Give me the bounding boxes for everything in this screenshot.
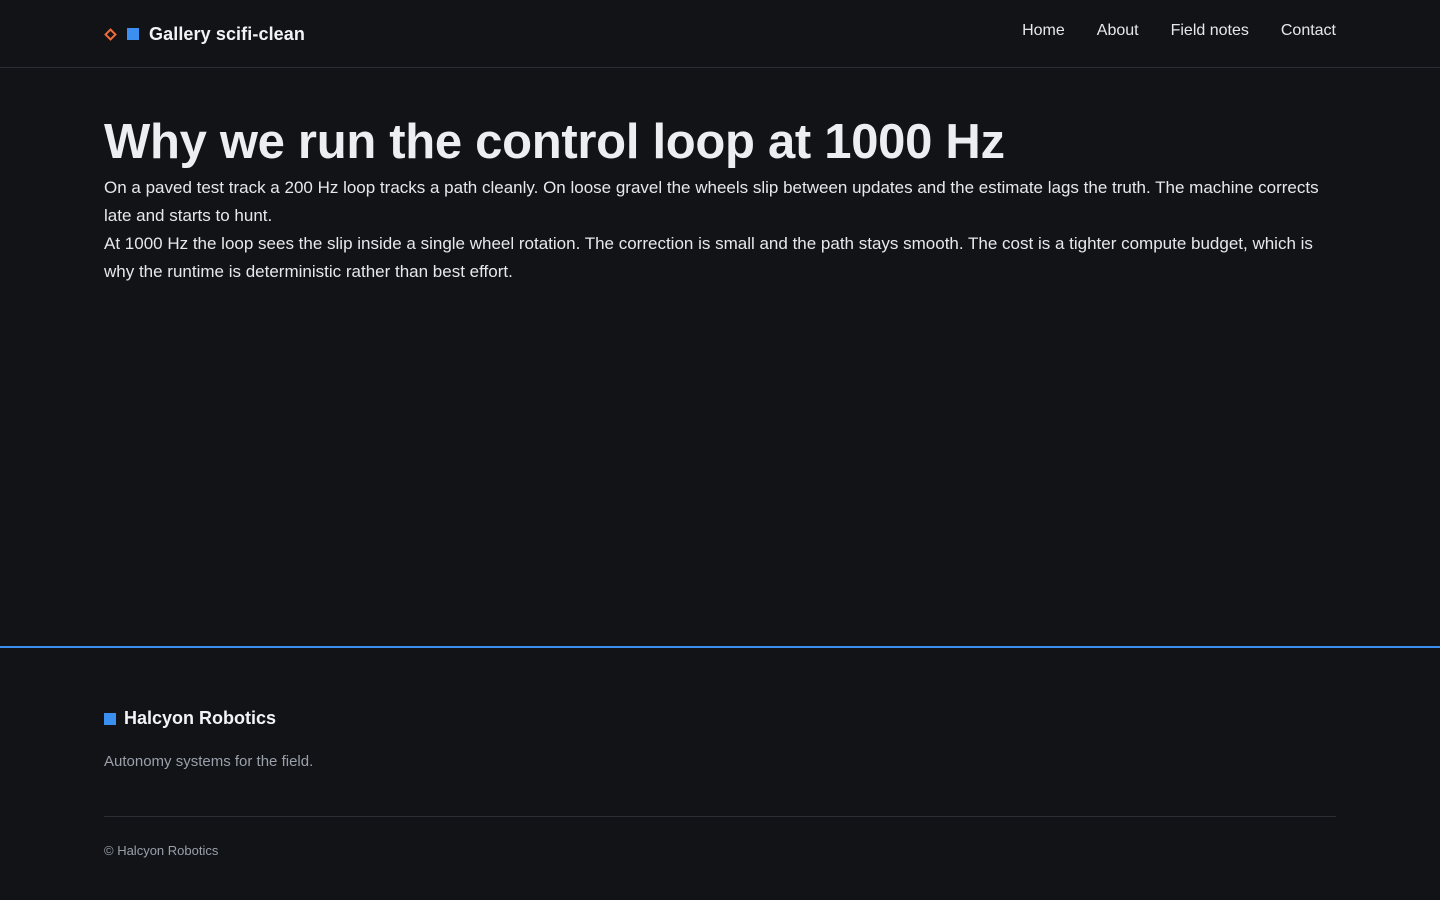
footer-tagline: Autonomy systems for the field.	[104, 753, 314, 770]
nav-home[interactable]: Home	[1022, 20, 1065, 42]
nav-about[interactable]: About	[1097, 20, 1139, 42]
footer-brand-name: Halcyon Robotics	[124, 708, 277, 728]
brand-name: Gallery scifi-clean	[149, 23, 305, 44]
square-icon	[127, 28, 139, 40]
square-icon	[104, 712, 116, 725]
site-footer: Halcyon Robotics Autonomy systems for th…	[0, 646, 1440, 900]
nav-field-notes[interactable]: Field notes	[1171, 20, 1249, 42]
article-paragraph-1: On a paved test track a 200 Hz loop trac…	[104, 178, 1319, 225]
diamond-icon	[104, 27, 117, 41]
article-paragraph-2: At 1000 Hz the loop sees the slip inside…	[104, 234, 1313, 281]
brand-link[interactable]: Gallery scifi-clean	[104, 20, 305, 48]
article: Why we run the control loop at 1000 Hz O…	[104, 110, 1336, 286]
page-title: Why we run the control loop at 1000 Hz	[104, 115, 1005, 169]
copyright: © Halcyon Robotics	[104, 843, 219, 858]
main-nav: Home About Field notes Contact	[1022, 20, 1336, 42]
footer-divider	[104, 816, 1336, 817]
site-header: Gallery scifi-clean Home About Field not…	[0, 0, 1440, 68]
nav-contact[interactable]: Contact	[1281, 20, 1336, 42]
footer-brand: Halcyon Robotics	[104, 708, 276, 729]
